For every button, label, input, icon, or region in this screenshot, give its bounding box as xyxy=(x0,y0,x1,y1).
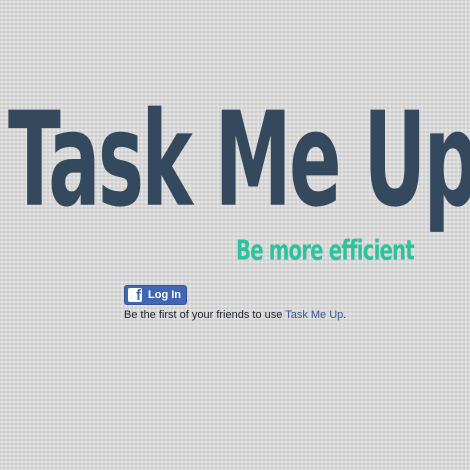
facebook-icon: f xyxy=(128,288,142,302)
app-tagline: Be more efficient xyxy=(236,235,415,267)
social-context-prefix: Be the first of your friends to use xyxy=(124,309,286,321)
social-context-suffix: . xyxy=(343,309,347,321)
app-title: Task Me Up xyxy=(8,84,470,237)
facebook-icon-glyph: f xyxy=(136,288,141,302)
facebook-social-context: Be the first of your friends to use Task… xyxy=(124,309,346,321)
landing-page: Task Me Up Be more efficient f Log In Be… xyxy=(0,0,470,470)
app-link[interactable]: Task Me Up xyxy=(285,309,343,321)
facebook-login-button[interactable]: f Log In xyxy=(124,285,187,305)
facebook-login-label: Log In xyxy=(148,289,181,301)
